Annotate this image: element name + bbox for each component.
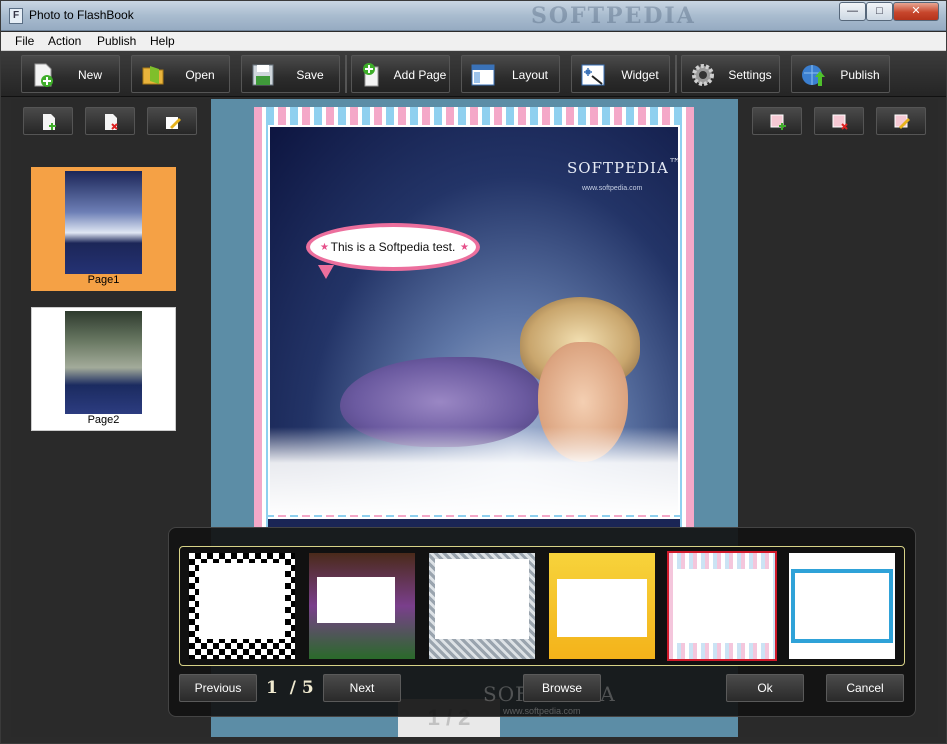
delete-photo-icon bbox=[832, 114, 848, 130]
new-file-icon bbox=[34, 63, 53, 87]
watermark-url: www.softpedia.com bbox=[503, 706, 581, 716]
speech-bubble-text: This is a Softpedia test. bbox=[330, 240, 456, 254]
frame-option-blue-wave[interactable] bbox=[789, 553, 895, 659]
frame-option-checkered[interactable] bbox=[189, 553, 295, 659]
page-frame: SOFTPEDIA™ www.softpedia.com ★ This is a… bbox=[254, 107, 694, 527]
menu-publish[interactable]: Publish bbox=[97, 34, 136, 48]
page-thumbnail-image bbox=[65, 171, 142, 274]
frame-option-cartoon[interactable] bbox=[309, 553, 415, 659]
app-window: F Photo to FlashBook SOFTPEDIA — □ ✕ Fil… bbox=[0, 0, 947, 744]
add-photo-button[interactable] bbox=[752, 107, 802, 135]
menu-action[interactable]: Action bbox=[48, 34, 81, 48]
settings-button[interactable]: Settings bbox=[681, 55, 780, 93]
delete-page-icon bbox=[105, 114, 118, 130]
globe-upload-icon bbox=[802, 65, 825, 86]
softpedia-url: www.softpedia.com bbox=[582, 185, 643, 192]
ok-button[interactable]: Ok bbox=[726, 674, 804, 702]
toolbar: New Open Save Add Page Layout Widget Set… bbox=[1, 51, 946, 97]
previous-button[interactable]: Previous bbox=[179, 674, 257, 702]
maximize-button[interactable]: □ bbox=[866, 2, 893, 21]
delete-photo-button[interactable] bbox=[814, 107, 864, 135]
open-button[interactable]: Open bbox=[131, 55, 230, 93]
gear-icon bbox=[692, 64, 714, 86]
new-button[interactable]: New bbox=[21, 55, 120, 93]
page-photo: SOFTPEDIA™ www.softpedia.com ★ This is a… bbox=[268, 125, 680, 515]
widget-button[interactable]: Widget bbox=[571, 55, 670, 93]
speech-bubble[interactable]: ★ This is a Softpedia test. ★ bbox=[306, 223, 480, 271]
menu-help[interactable]: Help bbox=[150, 34, 175, 48]
layout-button[interactable]: Layout bbox=[461, 55, 560, 93]
next-button[interactable]: Next bbox=[323, 674, 401, 702]
floppy-disk-icon bbox=[252, 64, 274, 86]
layout-icon bbox=[471, 64, 495, 86]
folder-icon bbox=[142, 66, 164, 85]
window-title: Photo to FlashBook bbox=[29, 8, 134, 22]
add-page-small-button[interactable] bbox=[23, 107, 73, 135]
save-button[interactable]: Save bbox=[241, 55, 340, 93]
browse-button[interactable]: Browse bbox=[523, 674, 601, 702]
app-icon: F bbox=[9, 8, 23, 24]
toolbar-separator bbox=[345, 55, 347, 93]
edit-photo-icon bbox=[894, 114, 910, 129]
delete-page-button[interactable] bbox=[85, 107, 135, 135]
frame-gallery bbox=[179, 546, 905, 666]
page-thumbnail-image bbox=[65, 311, 142, 414]
add-page-icon bbox=[43, 114, 56, 130]
page-thumbnail-label: Page2 bbox=[87, 414, 120, 426]
frame-picker-dialog: Previous 1 / 5 Next SOFTPEDIA www.softpe… bbox=[168, 527, 916, 717]
edit-page-button[interactable] bbox=[147, 107, 197, 135]
publish-button[interactable]: Publish bbox=[791, 55, 890, 93]
title-bar[interactable]: F Photo to FlashBook SOFTPEDIA — □ ✕ bbox=[1, 1, 946, 31]
cancel-button[interactable]: Cancel bbox=[826, 674, 904, 702]
page-bottom-strip bbox=[268, 517, 680, 527]
speech-bubble-tail bbox=[318, 265, 334, 279]
star-icon: ★ bbox=[460, 242, 469, 253]
toolbar-separator bbox=[675, 55, 677, 93]
page-thumbnail-1[interactable]: Page1 bbox=[31, 167, 176, 291]
add-photo-icon bbox=[770, 114, 786, 130]
page-thumbnail-2[interactable]: Page2 bbox=[31, 307, 176, 431]
close-button[interactable]: ✕ bbox=[893, 2, 939, 21]
softpedia-logo: SOFTPEDIA™ bbox=[567, 155, 678, 177]
edit-page-icon bbox=[166, 117, 181, 129]
photo-clouds bbox=[270, 427, 678, 513]
widget-icon bbox=[581, 64, 605, 86]
menu-file[interactable]: File bbox=[15, 34, 34, 48]
frame-page-counter: 1 / 5 bbox=[266, 678, 314, 698]
frame-option-dotted-gray[interactable] bbox=[429, 553, 535, 659]
page-thumbnail-label: Page1 bbox=[87, 274, 120, 286]
frame-option-yellow-kids[interactable] bbox=[549, 553, 655, 659]
edit-photo-button[interactable] bbox=[876, 107, 926, 135]
menu-bar: File Action Publish Help bbox=[1, 32, 946, 51]
frame-option-pink-stripe[interactable] bbox=[667, 551, 777, 661]
add-page-button[interactable]: Add Page bbox=[351, 55, 450, 93]
add-page-icon bbox=[363, 63, 379, 87]
watermark: SOFTPEDIA bbox=[531, 3, 696, 29]
minimize-button[interactable]: — bbox=[839, 2, 866, 21]
